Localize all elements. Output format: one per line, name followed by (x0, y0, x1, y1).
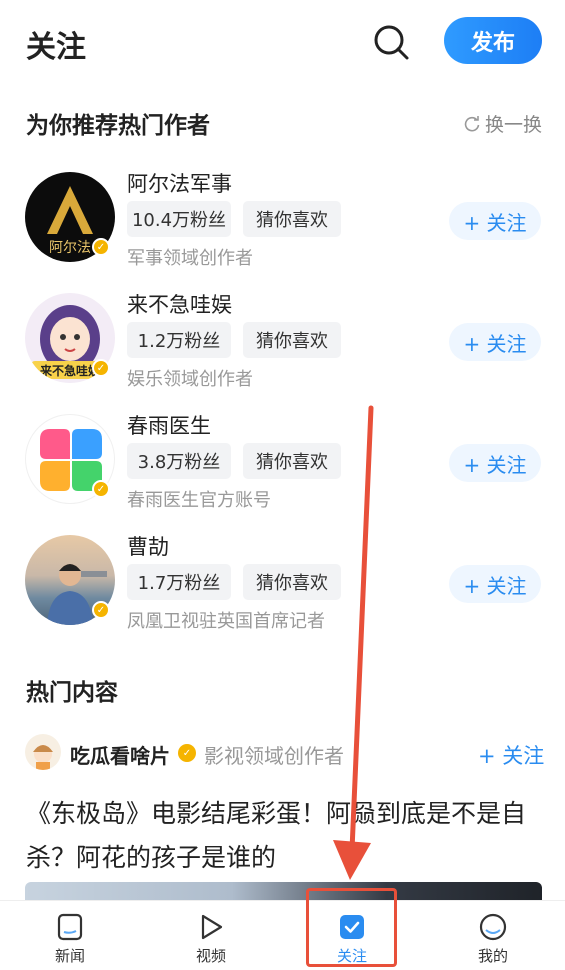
author-item[interactable]: 阿尔法 ✓ 阿尔法军事 10.4万粉丝 猜你喜欢 军事领域创作者 + 关注 (0, 158, 565, 269)
author-desc: 凤凰卫视驻英国首席记者 (127, 611, 325, 632)
search-icon (374, 25, 409, 60)
post-title[interactable]: 《东极岛》电影结尾彩蛋！阿赑到底是不是自杀？阿花的孩子是谁的 (26, 792, 546, 880)
tab-label: 新闻 (54, 947, 85, 965)
search-button[interactable] (371, 22, 411, 62)
page-title: 关注 (26, 30, 86, 65)
recommend-header: 为你推荐热门作者 换一换 (26, 106, 542, 140)
bottom-tab-bar: 新闻 视频 关注 我的 (0, 900, 565, 970)
verified-badge-icon: ✓ (92, 601, 110, 619)
play-icon (201, 914, 223, 940)
post-author-avatar[interactable] (25, 734, 61, 770)
verified-badge-icon: ✓ (178, 744, 196, 762)
tab-news[interactable]: 新闻 (20, 901, 120, 970)
fans-count: 10.4万粉丝 (127, 201, 231, 237)
tab-label: 视频 (195, 947, 226, 965)
verified-badge-icon: ✓ (92, 238, 110, 256)
fans-count: 3.8万粉丝 (127, 443, 231, 479)
fans-count: 1.7万粉丝 (127, 564, 231, 600)
post-author-name[interactable]: 吃瓜看啥片 (70, 740, 170, 769)
refresh-button[interactable]: 换一换 (463, 110, 542, 137)
tab-video[interactable]: 视频 (161, 901, 261, 970)
recommend-tag: 猜你喜欢 (243, 322, 341, 358)
post-header: 吃瓜看啥片 ✓ 影视领域创作者 + 关注 (0, 730, 565, 776)
author-name[interactable]: 春雨医生 (127, 410, 211, 440)
author-name[interactable]: 阿尔法军事 (127, 168, 232, 198)
recommend-tag: 猜你喜欢 (243, 564, 341, 600)
author-name[interactable]: 曹劼 (127, 531, 169, 561)
publish-button[interactable]: 发布 (444, 17, 542, 64)
annotation-highlight-box (306, 888, 397, 967)
verified-badge-icon: ✓ (92, 359, 110, 377)
follow-button[interactable]: + 关注 (449, 444, 541, 482)
svg-text:阿尔法: 阿尔法 (49, 240, 91, 256)
author-name[interactable]: 来不急哇娱 (127, 289, 232, 319)
verified-badge-icon: ✓ (92, 480, 110, 498)
author-desc: 娱乐领域创作者 (127, 369, 253, 390)
fans-count: 1.2万粉丝 (127, 322, 231, 358)
profile-icon (479, 913, 507, 941)
author-desc: 军事领域创作者 (127, 248, 253, 269)
author-desc: 春雨医生官方账号 (127, 490, 271, 511)
author-item[interactable]: ✓ 春雨医生 3.8万粉丝 猜你喜欢 春雨医生官方账号 + 关注 (0, 400, 565, 511)
refresh-icon (464, 115, 480, 131)
follow-button[interactable]: + 关注 (449, 565, 541, 603)
hot-content-title: 热门内容 (26, 680, 118, 706)
news-icon (57, 913, 83, 941)
post-follow-button[interactable]: + 关注 (478, 740, 544, 770)
author-item[interactable]: 来不急哇娱 ✓ 来不急哇娱 1.2万粉丝 猜你喜欢 娱乐领域创作者 + 关注 (0, 279, 565, 390)
author-item[interactable]: ✓ 曹劼 1.7万粉丝 猜你喜欢 凤凰卫视驻英国首席记者 + 关注 (0, 521, 565, 632)
follow-button[interactable]: + 关注 (449, 323, 541, 361)
recommend-tag: 猜你喜欢 (243, 443, 341, 479)
recommend-title: 为你推荐热门作者 (26, 113, 210, 139)
follow-button[interactable]: + 关注 (449, 202, 541, 240)
refresh-label: 换一换 (484, 114, 542, 136)
post-author-domain: 影视领域创作者 (204, 744, 344, 768)
tab-label: 我的 (477, 947, 508, 965)
cartoon-avatar-icon (33, 745, 53, 770)
recommend-tag: 猜你喜欢 (243, 201, 341, 237)
tab-mine[interactable]: 我的 (443, 901, 543, 970)
top-bar: 关注 发布 (0, 0, 565, 84)
